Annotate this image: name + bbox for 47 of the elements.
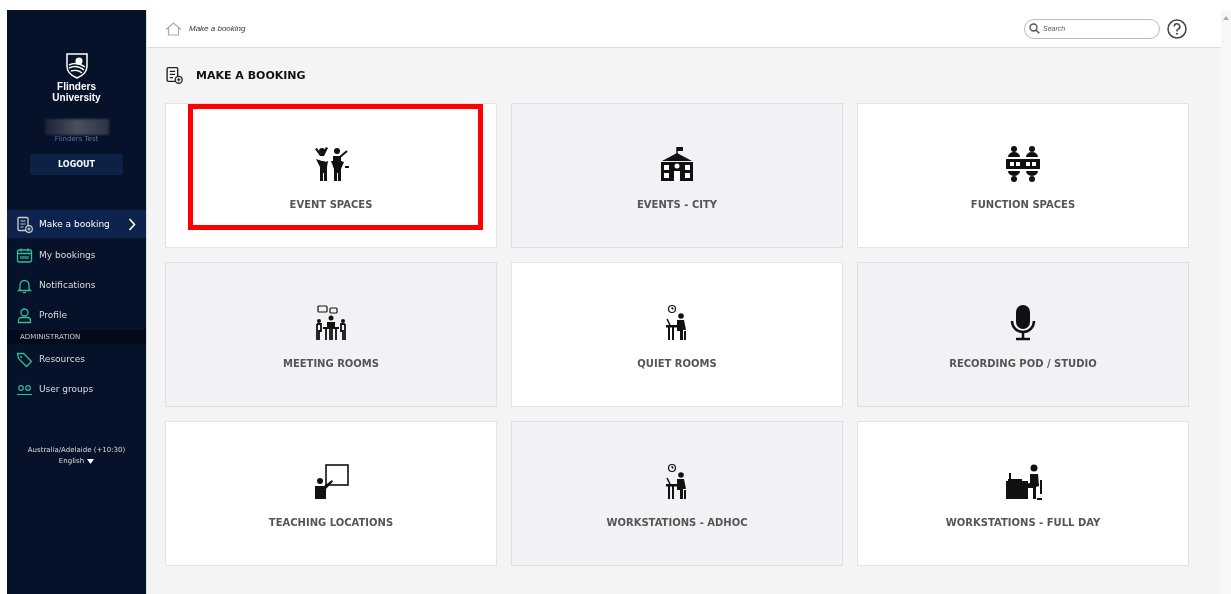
teacher-whiteboard-drawing — [312, 463, 350, 501]
document-plus-icon — [16, 215, 33, 233]
shield-icon — [65, 53, 88, 79]
category-card[interactable]: WORKSTATIONS - ADHOC — [511, 421, 843, 566]
caret-down-icon — [87, 458, 95, 464]
chevron-right-icon — [128, 217, 136, 231]
card-label: EVENTS - CITY — [637, 199, 717, 210]
card-label: MEETING ROOMS — [282, 358, 380, 369]
help-icon — [1167, 18, 1187, 39]
category-card[interactable]: RECORDING POD / STUDIO — [857, 262, 1189, 407]
category-card[interactable]: EVENTS - CITY — [511, 103, 843, 248]
banquet-table-drawing — [1004, 145, 1042, 183]
person-at-computer-drawing — [1004, 463, 1042, 501]
card-label: FUNCTION SPACES — [970, 199, 1076, 210]
home-icon — [165, 21, 182, 36]
category-card[interactable]: TEACHING LOCATIONS — [165, 421, 497, 566]
card-label: TEACHING LOCATIONS — [268, 517, 394, 528]
sidebar-item[interactable]: User groups — [7, 374, 146, 404]
category-card[interactable]: FUNCTION SPACES — [857, 103, 1189, 248]
card-label: QUIET ROOMS — [637, 358, 717, 369]
card-label: WORKSTATIONS - FULL DAY — [945, 517, 1101, 528]
page-title: MAKE A BOOKING — [196, 68, 306, 82]
sidebar-item[interactable]: Profile — [7, 300, 146, 330]
help-button[interactable] — [1167, 18, 1187, 39]
category-card[interactable]: WORKSTATIONS - FULL DAY — [857, 421, 1189, 566]
card-label: RECORDING POD / STUDIO — [949, 358, 1097, 369]
breadcrumb-link[interactable]: Make a booking — [189, 24, 246, 33]
person-icon — [16, 306, 33, 324]
redacted-block — [44, 119, 109, 135]
school-building-drawing — [658, 145, 696, 183]
document-plus-icon — [165, 66, 183, 84]
category-card[interactable]: QUIET ROOMS — [511, 262, 843, 407]
logout-button[interactable]: LOGOUT — [30, 154, 123, 175]
card-label: EVENT SPACES — [289, 199, 373, 210]
sidebar-item[interactable]: Make a booking — [7, 210, 146, 238]
search-icon — [1029, 22, 1040, 34]
sidebar-item[interactable]: Resources — [7, 344, 146, 374]
sidebar-item[interactable]: Notifications — [7, 270, 146, 300]
calendar-icon — [16, 246, 33, 264]
card-label: WORKSTATIONS - ADHOC — [606, 517, 748, 528]
tag-icon — [16, 350, 33, 368]
crowd-drawing — [312, 145, 350, 183]
scrollbar[interactable] — [1221, 10, 1231, 594]
sidebar-item[interactable]: My bookings — [7, 240, 146, 270]
category-card[interactable]: MEETING ROOMS — [165, 262, 497, 407]
category-card[interactable]: EVENT SPACES — [165, 103, 497, 248]
university-logo: Flinders University — [46, 53, 107, 103]
